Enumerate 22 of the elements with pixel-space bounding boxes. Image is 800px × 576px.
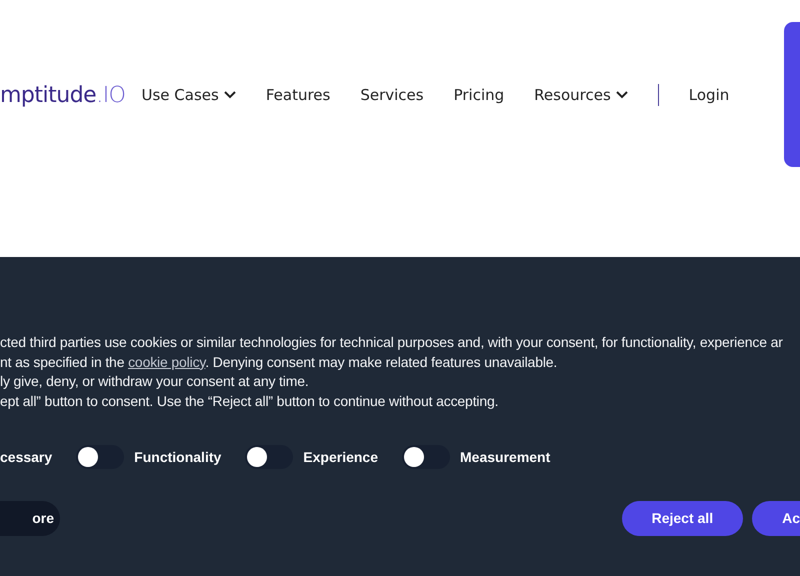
- cookie-policy-link[interactable]: cookie policy: [128, 354, 206, 370]
- nav-link[interactable]: Pricing: [454, 86, 504, 104]
- toggle-label: Measurement: [460, 448, 550, 465]
- toggle-switch[interactable]: [245, 444, 294, 469]
- nav-link[interactable]: Resources: [534, 86, 628, 104]
- toggle-label: Functionality: [134, 448, 222, 465]
- toggle-switch[interactable]: [402, 444, 450, 469]
- login-link[interactable]: Login: [688, 86, 730, 104]
- consent-text: nt as specified in the cookie policy. Denying consent may make related features unavailable.: [0, 352, 558, 372]
- nav-link[interactable]: Services: [360, 86, 424, 104]
- consent-text: cted third parties use cookies or similar technologies for technical purposes and, with your consent, for functionality, experience ar: [0, 333, 784, 352]
- logo[interactable]: mptitude.IO: [0, 82, 126, 108]
- consent-text: ly give, deny, or withdraw your consent at any time.: [0, 372, 310, 392]
- toggle-switch[interactable]: [76, 444, 124, 469]
- accept-button[interactable]: Ac: [752, 500, 800, 536]
- toggle-label: Experience: [303, 448, 378, 465]
- learn-more-button[interactable]: ore: [0, 500, 60, 536]
- nav-link[interactable]: Features: [266, 86, 330, 104]
- reject-all-button[interactable]: Reject all: [622, 500, 744, 536]
- consent-text: ept all” button to consent. Use the “Reject all” button to continue without accepting.: [0, 392, 500, 412]
- nav-link[interactable]: Use Cases: [142, 86, 236, 104]
- toggle-label: cessary: [0, 448, 52, 465]
